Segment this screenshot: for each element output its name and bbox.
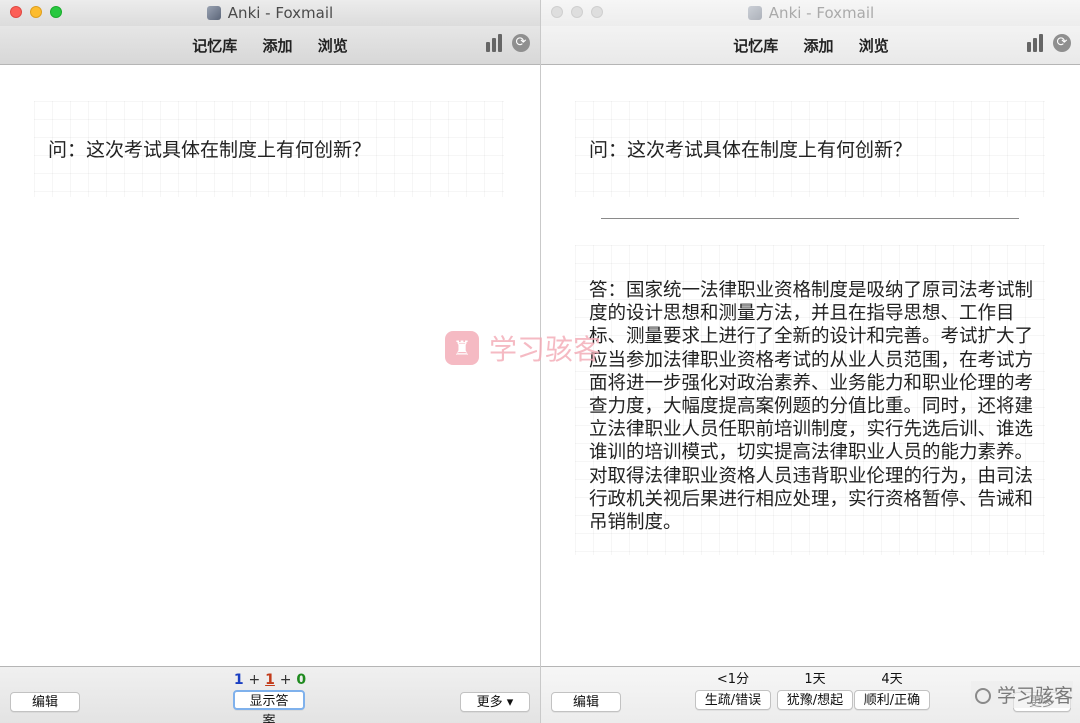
decks-link[interactable]: 记忆库 bbox=[192, 35, 237, 56]
window-title: Anki - Foxmail bbox=[541, 4, 1080, 22]
add-link[interactable]: 添加 bbox=[262, 35, 292, 56]
watermark-center: ♜ 学习骇客 bbox=[445, 330, 601, 366]
ease-interval: <1分 bbox=[716, 672, 750, 687]
ease-good: 4天 顺利/正确 bbox=[854, 672, 930, 710]
ease-interval: 4天 bbox=[881, 672, 903, 687]
toolbar-icons: ⟳ bbox=[1027, 34, 1071, 52]
question-area: 问：这次考试具体在制度上有何创新？ bbox=[575, 101, 1045, 197]
count-separator: + bbox=[248, 672, 261, 688]
sync-icon[interactable]: ⟳ bbox=[1053, 34, 1071, 52]
new-count: 1 bbox=[233, 672, 244, 688]
answer-divider bbox=[601, 218, 1019, 219]
show-answer-button[interactable]: 显示答案 bbox=[233, 690, 305, 723]
due-counts: 1 + 1 + 0 bbox=[0, 672, 540, 688]
watermark-logo-icon: ♜ bbox=[445, 331, 479, 365]
card-question: 问：这次考试具体在制度上有何创新？ bbox=[48, 139, 372, 161]
watermark-circle-icon bbox=[974, 688, 991, 704]
toolbar-nav: 记忆库 添加 浏览 bbox=[541, 35, 1080, 56]
sync-icon[interactable]: ⟳ bbox=[512, 34, 530, 52]
hard-button[interactable]: 犹豫/想起 bbox=[777, 690, 853, 710]
more-button[interactable]: 更多 ▾ bbox=[460, 692, 530, 712]
browse-link[interactable]: 浏览 bbox=[859, 35, 889, 56]
review-count: 0 bbox=[296, 672, 307, 688]
count-separator: + bbox=[279, 672, 292, 688]
watermark-bottom: 学习骇客 bbox=[970, 681, 1073, 708]
ease-hard: 1天 犹豫/想起 bbox=[777, 672, 853, 710]
card-answer: 答：国家统一法律职业资格制度是吸纳了原司法考试制度的设计思想和测量方法，并且在指… bbox=[589, 280, 1034, 534]
ease-again: <1分 生疏/错误 bbox=[695, 672, 771, 710]
card-view: 问：这次考试具体在制度上有何创新？ bbox=[0, 65, 540, 667]
title-bar[interactable]: Anki - Foxmail bbox=[0, 0, 540, 26]
title-bar[interactable]: Anki - Foxmail bbox=[541, 0, 1080, 26]
card-view: 问：这次考试具体在制度上有何创新？ 答：国家统一法律职业资格制度是吸纳了原司法考… bbox=[541, 65, 1080, 667]
again-button[interactable]: 生疏/错误 bbox=[695, 690, 771, 710]
window-title: Anki - Foxmail bbox=[0, 4, 540, 22]
toolbar-nav: 记忆库 添加 浏览 bbox=[0, 35, 540, 56]
anki-app-icon bbox=[747, 6, 762, 20]
question-area: 问：这次考试具体在制度上有何创新？ bbox=[34, 101, 504, 197]
browse-link[interactable]: 浏览 bbox=[318, 35, 348, 56]
ease-interval: 1天 bbox=[804, 672, 826, 687]
main-toolbar: 记忆库 添加 浏览 ⟳ bbox=[0, 26, 540, 65]
review-bottom-bar: 1 + 1 + 0 编辑 显示答案 更多 ▾ bbox=[0, 666, 540, 723]
answer-area: 答：国家统一法律职业资格制度是吸纳了原司法考试制度的设计思想和测量方法，并且在指… bbox=[575, 245, 1045, 555]
anki-window-answer: Anki - Foxmail 记忆库 添加 浏览 ⟳ 问：这次考试具体在制度上有… bbox=[540, 0, 1080, 723]
card-question: 问：这次考试具体在制度上有何创新？ bbox=[589, 139, 913, 161]
main-toolbar: 记忆库 添加 浏览 ⟳ bbox=[541, 26, 1080, 65]
stats-icon[interactable] bbox=[486, 34, 506, 52]
watermark-text: 学习骇客 bbox=[489, 333, 602, 366]
good-button[interactable]: 顺利/正确 bbox=[854, 690, 930, 710]
learning-count: 1 bbox=[265, 672, 275, 688]
review-bottom-bar: 编辑 <1分 生疏/错误 1天 犹豫/想起 4天 顺利/正确 更多 学习骇客 bbox=[541, 666, 1080, 723]
toolbar-icons: ⟳ bbox=[486, 34, 530, 52]
anki-app-icon bbox=[206, 6, 221, 20]
edit-button[interactable]: 编辑 bbox=[551, 692, 621, 712]
edit-button[interactable]: 编辑 bbox=[10, 692, 80, 712]
stats-icon[interactable] bbox=[1027, 34, 1047, 52]
add-link[interactable]: 添加 bbox=[803, 35, 833, 56]
decks-link[interactable]: 记忆库 bbox=[733, 35, 778, 56]
